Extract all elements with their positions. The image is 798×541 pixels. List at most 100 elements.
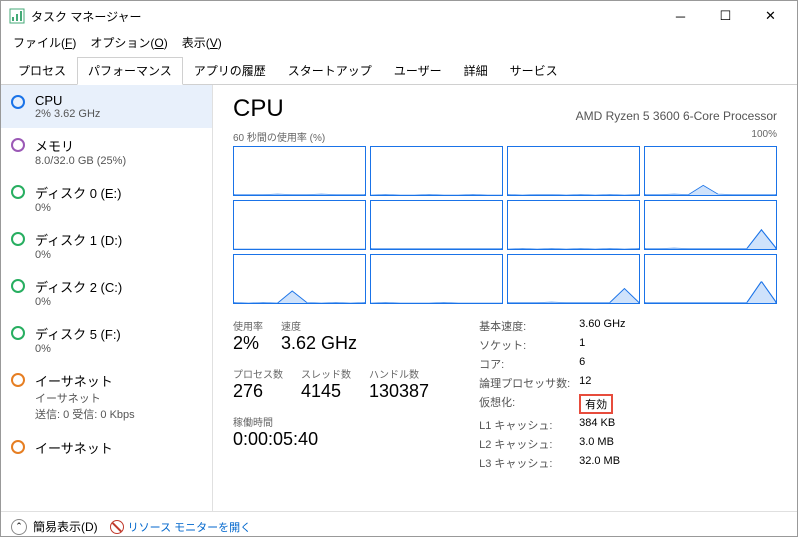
tab-2[interactable]: アプリの履歴 [183, 57, 277, 84]
tab-5[interactable]: 詳細 [453, 57, 499, 84]
sidebar-item-4[interactable]: ディスク 2 (C:)0% [1, 269, 212, 316]
resource-monitor-icon [110, 520, 124, 534]
close-button[interactable]: ✕ [748, 2, 793, 30]
core-graph-5 [370, 200, 503, 250]
graph-label-left: 60 秒間の使用率 (%) [233, 129, 325, 144]
uptime-label: 稼働時間 [233, 414, 429, 429]
usage-label: 使用率 [233, 318, 263, 333]
core-graph-1 [370, 146, 503, 196]
l1-cache-value: 384 KB [579, 417, 615, 433]
cores-label: コア: [479, 356, 579, 372]
sidebar-item-sub: 0% [35, 343, 121, 355]
sidebar-item-title: イーサネット [35, 438, 113, 457]
usage-value: 2% [233, 333, 263, 354]
sidebar-item-title: ディスク 0 (E:) [35, 183, 122, 202]
core-graph-8 [233, 254, 366, 304]
sidebar-item-3[interactable]: ディスク 1 (D:)0% [1, 222, 212, 269]
page-title: CPU [233, 95, 284, 123]
graph-label-right: 100% [751, 129, 777, 144]
l2-cache-value: 3.0 MB [579, 436, 614, 452]
sidebar-item-title: イーサネット [35, 371, 135, 390]
app-icon [9, 8, 25, 24]
sidebar-item-7[interactable]: イーサネット [1, 430, 212, 465]
sockets-label: ソケット: [479, 337, 579, 353]
tab-1[interactable]: パフォーマンス [77, 57, 183, 85]
threads-value: 4145 [301, 381, 351, 402]
processor-name: AMD Ryzen 5 3600 6-Core Processor [576, 109, 777, 123]
virtualization-label: 仮想化: [479, 394, 579, 414]
base-speed-label: 基本速度: [479, 318, 579, 334]
sidebar-item-sub: 0% [35, 296, 122, 308]
status-ring-icon [11, 232, 25, 246]
uptime-value: 0:00:05:40 [233, 429, 429, 450]
sidebar-item-title: メモリ [35, 136, 126, 155]
sidebar-item-0[interactable]: CPU2% 3.62 GHz [1, 85, 212, 128]
sidebar: CPU2% 3.62 GHzメモリ8.0/32.0 GB (25%)ディスク 0… [1, 85, 213, 511]
core-graph-7 [644, 200, 777, 250]
tabbar: プロセスパフォーマンスアプリの履歴スタートアップユーザー詳細サービス [1, 53, 797, 85]
sidebar-item-sub: 2% 3.62 GHz [35, 108, 100, 120]
titlebar: タスク マネージャー ─ ☐ ✕ [1, 1, 797, 31]
sidebar-item-sub: 0% [35, 249, 122, 261]
sidebar-item-title: CPU [35, 93, 100, 108]
handles-label: ハンドル数 [369, 366, 429, 381]
menu-file[interactable]: ファイル(F) [7, 32, 82, 53]
minimize-button[interactable]: ─ [658, 2, 703, 30]
sidebar-item-sub2: 送信: 0 受信: 0 Kbps [35, 406, 135, 422]
processes-value: 276 [233, 381, 283, 402]
sockets-value: 1 [579, 337, 585, 353]
l3-cache-value: 32.0 MB [579, 455, 620, 471]
sidebar-item-2[interactable]: ディスク 0 (E:)0% [1, 175, 212, 222]
menu-options[interactable]: オプション(O) [84, 32, 173, 53]
status-ring-icon [11, 440, 25, 454]
core-graph-10 [507, 254, 640, 304]
fewer-details-label: 簡易表示(D) [33, 518, 98, 535]
l3-cache-label: L3 キャッシュ: [479, 455, 579, 471]
virtualization-highlight: 有効 [579, 394, 613, 414]
menu-view[interactable]: 表示(V) [176, 32, 228, 53]
status-ring-icon [11, 279, 25, 293]
maximize-button[interactable]: ☐ [703, 2, 748, 30]
tab-0[interactable]: プロセス [7, 57, 77, 84]
tab-3[interactable]: スタートアップ [277, 57, 383, 84]
tab-6[interactable]: サービス [499, 57, 569, 84]
status-ring-icon [11, 185, 25, 199]
core-graph-0 [233, 146, 366, 196]
sidebar-item-title: ディスク 5 (F:) [35, 324, 121, 343]
sidebar-item-sub: 0% [35, 202, 122, 214]
speed-value: 3.62 GHz [281, 333, 357, 354]
logical-value: 12 [579, 375, 591, 391]
tab-4[interactable]: ユーザー [383, 57, 453, 84]
threads-label: スレッド数 [301, 366, 351, 381]
resource-monitor-link[interactable]: リソース モニターを開く [110, 519, 252, 535]
l2-cache-label: L2 キャッシュ: [479, 436, 579, 452]
status-ring-icon [11, 138, 25, 152]
fewer-details-button[interactable]: ⌃ 簡易表示(D) [11, 518, 98, 535]
base-speed-value: 3.60 GHz [579, 318, 625, 334]
sidebar-item-sub: イーサネット [35, 390, 135, 406]
virtualization-value: 有効 [585, 399, 607, 411]
sidebar-item-6[interactable]: イーサネットイーサネット送信: 0 受信: 0 Kbps [1, 363, 212, 430]
core-graph-2 [507, 146, 640, 196]
logical-label: 論理プロセッサ数: [479, 375, 579, 391]
sidebar-item-sub: 8.0/32.0 GB (25%) [35, 155, 126, 167]
speed-label: 速度 [281, 318, 357, 333]
status-ring-icon [11, 373, 25, 387]
sidebar-item-5[interactable]: ディスク 5 (F:)0% [1, 316, 212, 363]
core-graph-4 [233, 200, 366, 250]
core-graph-3 [644, 146, 777, 196]
chevron-up-icon: ⌃ [11, 519, 27, 535]
cpu-cores-grid[interactable] [233, 146, 777, 304]
handles-value: 130387 [369, 381, 429, 402]
processes-label: プロセス数 [233, 366, 283, 381]
cores-value: 6 [579, 356, 585, 372]
sidebar-item-title: ディスク 1 (D:) [35, 230, 122, 249]
sidebar-item-1[interactable]: メモリ8.0/32.0 GB (25%) [1, 128, 212, 175]
resource-monitor-label: リソース モニターを開く [128, 519, 252, 535]
status-ring-icon [11, 95, 25, 109]
core-graph-11 [644, 254, 777, 304]
core-graph-9 [370, 254, 503, 304]
l1-cache-label: L1 キャッシュ: [479, 417, 579, 433]
status-ring-icon [11, 326, 25, 340]
main-panel: CPU AMD Ryzen 5 3600 6-Core Processor 60… [213, 85, 797, 511]
